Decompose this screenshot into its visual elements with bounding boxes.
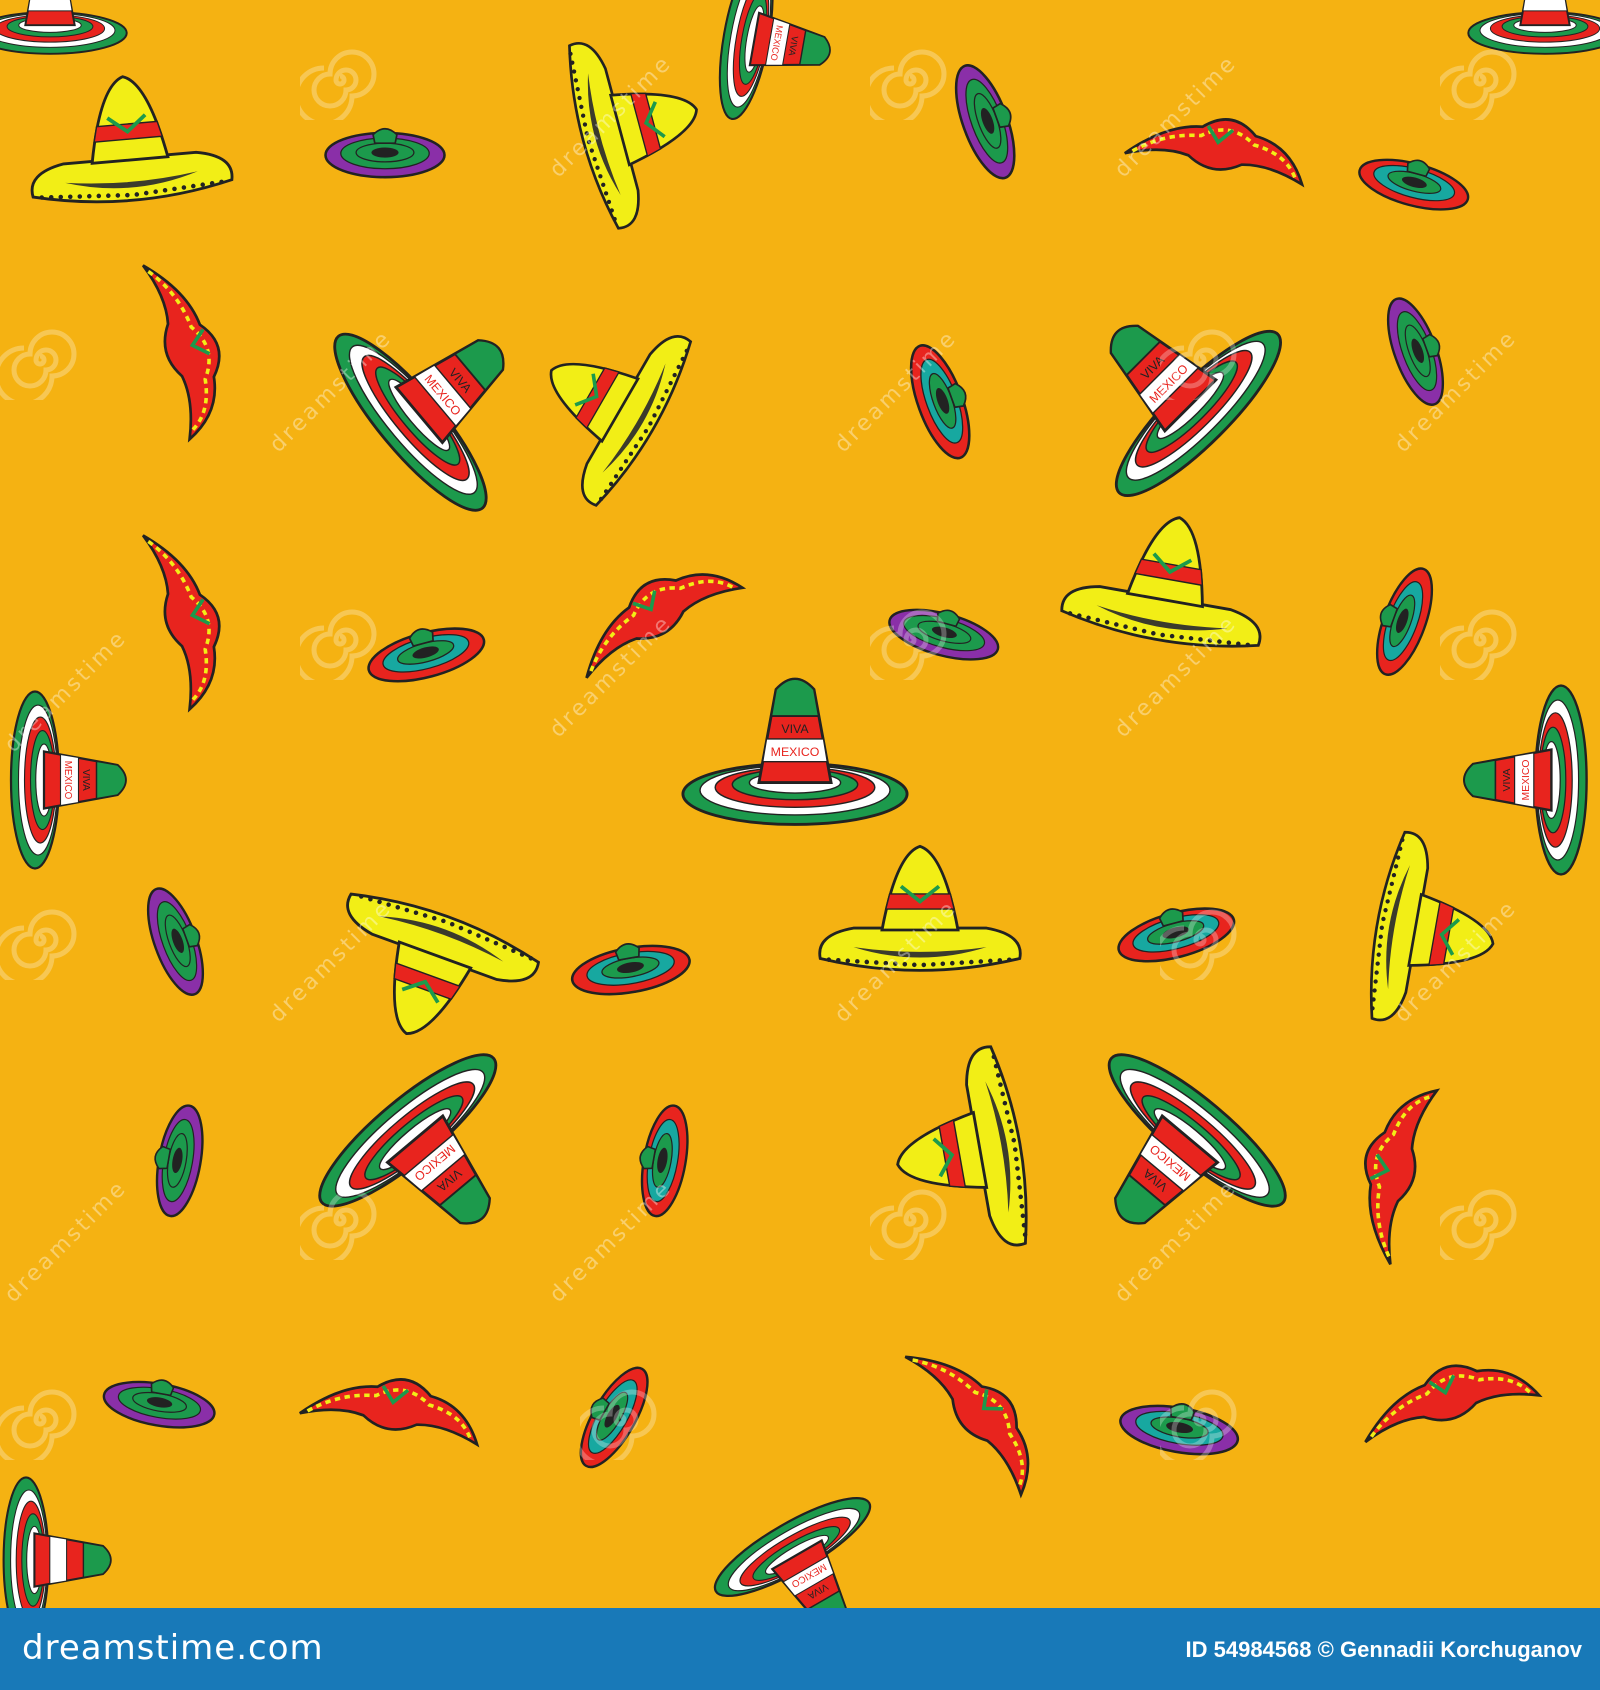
flag-hat: VIVA MEXICO <box>681 677 909 826</box>
footer-logo[interactable]: dreamstime.com <box>22 1628 324 1668</box>
red-hat <box>141 264 221 443</box>
red-hat <box>585 573 747 679</box>
small-hat <box>102 1379 216 1429</box>
flag-hat <box>0 0 128 55</box>
author-name: Gennadii Korchuganov <box>1339 1637 1582 1662</box>
red-hat <box>904 1355 1030 1499</box>
yellow-hat <box>1060 516 1262 648</box>
watermark-swirl-icon <box>870 1189 947 1260</box>
watermark-swirl-icon <box>1160 1389 1237 1460</box>
watermark-swirl-icon <box>870 49 947 120</box>
small-hat <box>154 1104 204 1218</box>
svg-text:MEXICO: MEXICO <box>62 761 73 800</box>
footer-bar: dreamstime.com ID 54984568 © Gennadii Ko… <box>0 1608 1600 1690</box>
small-hat <box>570 943 691 996</box>
watermark-swirl-icon <box>1440 49 1517 120</box>
flag-hat: VIVAMEXICO <box>713 1496 872 1608</box>
watermark-swirl-icon <box>300 1189 377 1260</box>
watermark-swirl-icon <box>1440 609 1517 680</box>
svg-text:MEXICO: MEXICO <box>1521 760 1532 801</box>
small-hat <box>146 887 205 996</box>
id-label: ID <box>1185 1637 1208 1662</box>
yellow-hat <box>568 41 698 230</box>
small-hat <box>367 627 486 683</box>
watermark-swirl-icon <box>1160 909 1237 980</box>
small-hat <box>1358 158 1470 211</box>
footer-credit: ID 54984568 © Gennadii Korchuganov <box>1185 1637 1582 1663</box>
svg-text:MEXICO: MEXICO <box>771 745 820 759</box>
watermark-swirl-icon <box>870 609 947 680</box>
yellow-hat <box>549 335 693 507</box>
svg-text:VIVA: VIVA <box>781 722 809 736</box>
small-hat <box>324 127 446 179</box>
svg-text:VIVA: VIVA <box>1502 768 1513 791</box>
copyright-symbol: © <box>1317 1637 1334 1662</box>
sombrero-pattern: VIVA MEXICO VIVA MEXICO VIVA MEXICO VIVA MEXICO… <box>0 0 1600 1608</box>
red-hat <box>1364 1088 1441 1265</box>
id-number: 54984568 <box>1213 1637 1312 1662</box>
flag-hat: VIVAMEXICO <box>718 0 831 121</box>
red-hat <box>299 1378 480 1448</box>
yellow-hat <box>30 75 234 204</box>
watermark-swirl-icon <box>580 1389 657 1460</box>
svg-text:VIVA: VIVA <box>80 769 91 791</box>
small-hat <box>1375 567 1434 676</box>
watermark-swirl-icon <box>1440 1189 1517 1260</box>
flag-hat: VIVA MEXICO <box>1463 684 1588 876</box>
red-hat <box>1364 1364 1543 1444</box>
flag-hat: VIVAMEXICO <box>333 332 505 512</box>
watermark-swirl-icon <box>0 1389 77 1460</box>
red-hat <box>141 534 221 713</box>
watermark-swirl-icon <box>0 329 77 400</box>
yellow-hat <box>346 892 541 1035</box>
watermark-swirl-icon <box>300 49 377 120</box>
watermark-swirl-icon <box>300 609 377 680</box>
watermark-swirl-icon <box>0 909 77 980</box>
small-hat <box>954 64 1016 180</box>
watermark-swirl-icon <box>1160 329 1237 400</box>
hat-layer: VIVAMEXICOVIVAMEXICOVIVAMEXICOVIVAMEXICO… <box>0 0 1600 1608</box>
flag-hat <box>2 1476 112 1608</box>
